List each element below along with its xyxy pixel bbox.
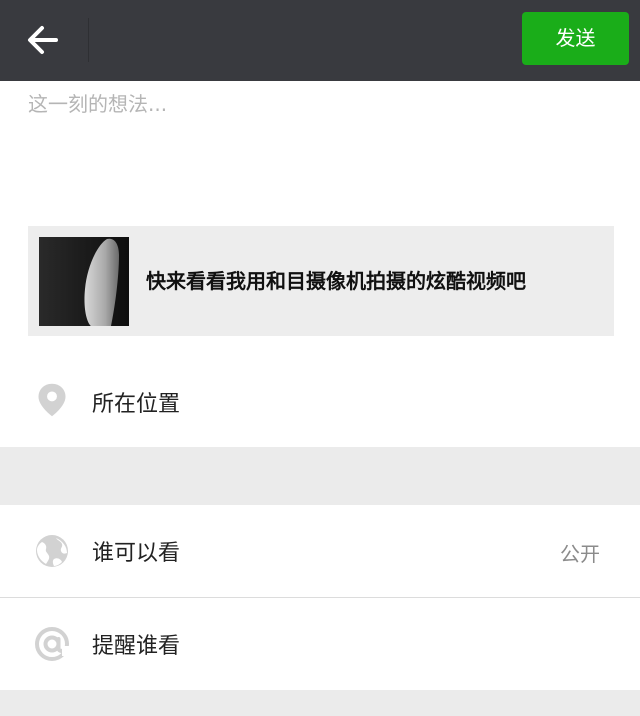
send-button[interactable]: 发送 (522, 12, 629, 65)
shared-link-title: 快来看看我用和目摄像机拍摄的炫酷视频吧 (146, 269, 526, 293)
visibility-label: 谁可以看 (92, 541, 181, 566)
mention-row[interactable]: 提醒谁看 (0, 598, 640, 690)
video-thumbnail (39, 237, 129, 326)
section-separator (0, 447, 640, 505)
topbar-divider (88, 18, 89, 62)
shared-link-card[interactable]: 快来看看我用和目摄像机拍摄的炫酷视频吧 (28, 226, 614, 336)
globe-icon (36, 535, 68, 567)
visibility-value: 公开 (560, 542, 600, 566)
location-row[interactable]: 所在位置 (0, 358, 640, 446)
visibility-row[interactable]: 谁可以看 公开 (0, 505, 640, 597)
mention-label: 提醒谁看 (92, 634, 181, 659)
back-button[interactable] (22, 18, 66, 62)
location-pin-icon (38, 383, 66, 417)
post-text-input[interactable]: 这一刻的想法... (28, 88, 618, 208)
post-text-placeholder: 这一刻的想法... (28, 92, 168, 116)
at-sign-icon (35, 627, 70, 661)
bottom-separator (0, 690, 640, 716)
back-arrow-icon (28, 26, 58, 54)
location-label: 所在位置 (92, 392, 181, 417)
top-bar: 发送 (0, 0, 640, 81)
